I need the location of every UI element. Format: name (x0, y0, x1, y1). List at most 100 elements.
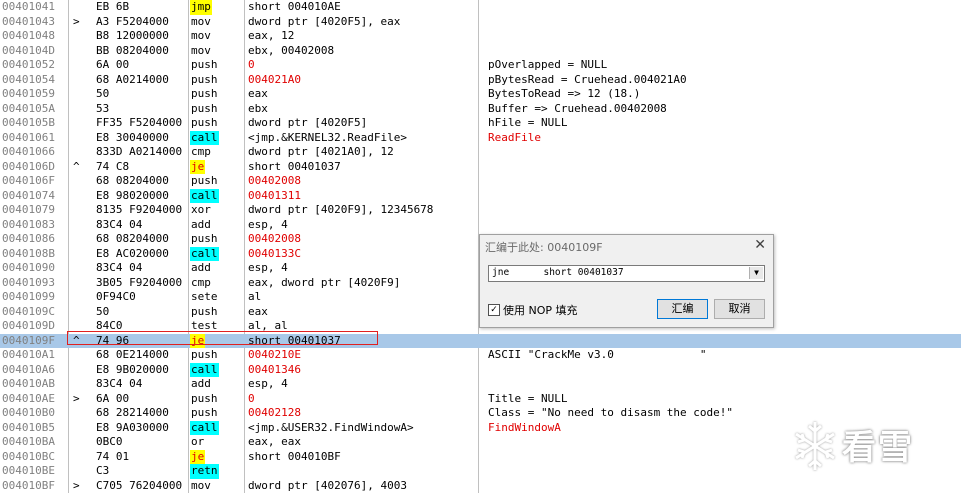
mnemonic-cell: push (191, 72, 218, 86)
instruction-combobox[interactable]: jne short 00401037 ▼ (488, 265, 765, 282)
address-cell: 00401099 (2, 290, 55, 303)
jump-marker (73, 44, 87, 59)
instruction-row[interactable]: 004010AE >6A 00 push 0 Title = NULL (0, 392, 961, 407)
address-cell: 0040105B (2, 116, 55, 129)
comment-cell: pBytesRead = Cruehead.004021A0 (488, 72, 687, 86)
instruction-row[interactable]: 00401054 68 A0214000 push 004021A0 pBytesRea… (0, 73, 961, 88)
mnemonic-cell: mov (191, 43, 211, 57)
instruction-row[interactable]: 00401048 B8 12000000 mov eax, 12 (0, 29, 961, 44)
hex-dump-cell: E8 9B020000 (96, 362, 169, 376)
comment-cell: FindWindowA (488, 420, 561, 434)
hex-dump-cell: 833D A0214000 (96, 145, 183, 158)
comment-cell (488, 377, 818, 392)
hex-dump-cell: E8 9A030000 (96, 420, 169, 434)
jump-marker (73, 247, 87, 262)
address-cell: 0040108B (2, 246, 55, 260)
address-cell: 00401054 (2, 72, 55, 86)
jump-marker (73, 102, 87, 117)
address-cell: 0040104D (2, 43, 55, 57)
operands-cell: eax, eax (248, 435, 301, 448)
address-cell: 00401048 (2, 29, 55, 42)
hex-dump-cell: 68 0E214000 (96, 348, 169, 361)
jump-marker: > (73, 391, 80, 405)
address-cell: 0040106D (2, 159, 55, 173)
instruction-row[interactable]: 00401066 833D A0214000 cmp dword ptr [4021A… (0, 145, 961, 160)
jump-marker (73, 116, 87, 131)
instruction-row[interactable]: 00401079 8135 F9204000 xor dword ptr [4020F… (0, 203, 961, 218)
operands-cell: 0040133C (248, 246, 301, 260)
operands-cell: dword ptr [4020F9], 12345678 (248, 203, 434, 216)
cancel-button[interactable]: 取消 (714, 299, 765, 319)
comment-cell (488, 435, 818, 450)
comment-cell: pOverlapped = NULL (488, 58, 608, 71)
hex-dump-cell: 83C4 04 (96, 217, 143, 231)
instruction-input[interactable]: jne short 00401037 (492, 267, 624, 278)
hex-dump-cell: E8 30040000 (96, 130, 169, 144)
jump-marker (73, 421, 87, 436)
instruction-row[interactable]: 00401061 E8 30040000 call <jmp.&KERNEL32.Re… (0, 130, 961, 145)
operands-cell: dword ptr [4020F5], eax (248, 14, 401, 28)
address-cell: 00401041 (2, 0, 55, 13)
assemble-button[interactable]: 汇编 (657, 299, 708, 319)
chevron-down-icon[interactable]: ▼ (749, 267, 763, 279)
hex-dump-cell: FF35 F5204000 (96, 116, 183, 129)
comment-cell: ASCII "CrackMe v3.0 " (488, 348, 707, 361)
operands-cell: 00402008 (248, 232, 301, 245)
hex-dump-cell: 6A 00 (96, 58, 130, 71)
nop-fill-checkbox[interactable]: ✓ (488, 304, 500, 316)
mnemonic-cell: add (191, 217, 211, 231)
address-cell: 004010A1 (2, 348, 55, 361)
address-cell: 00401043 (2, 14, 55, 28)
operands-cell: 00402128 (248, 406, 301, 419)
nop-fill-label[interactable]: 使用 NOP 填充 (503, 302, 578, 318)
instruction-row[interactable]: 0040106D ^ 74 C8 je short 00401037 (0, 159, 961, 174)
instruction-row[interactable]: 004010A1 68 0E214000 push 0040210E ASCII "Cr… (0, 348, 961, 363)
address-cell: 004010BC (2, 449, 55, 463)
jump-marker (73, 145, 87, 160)
hex-dump-cell: B8 12000000 (96, 29, 169, 42)
operands-cell: esp, 4 (248, 377, 288, 390)
jump-marker: ^ (73, 159, 80, 173)
instruction-row[interactable]: 00401083 83C4 04 add esp, 4 (0, 218, 961, 233)
mnemonic-cell: push (191, 304, 218, 318)
mnemonic-cell: call (190, 420, 219, 435)
address-cell: 00401052 (2, 58, 55, 71)
comment-cell (488, 450, 818, 465)
operands-cell: eax, 12 (248, 29, 295, 42)
mnemonic-cell: push (191, 58, 218, 71)
close-icon[interactable]: ✕ (754, 237, 766, 253)
hex-dump-cell: 50 (96, 304, 110, 318)
hex-dump-cell: 68 28214000 (96, 406, 169, 419)
instruction-row[interactable]: 00401059 50 push eax BytesToRead => 12 (18.) (0, 87, 961, 102)
mnemonic-cell: mov (191, 14, 211, 28)
hex-dump-cell: 68 08204000 (96, 174, 169, 187)
instruction-row[interactable]: 00401041 EB 6B jmp short 004010AE (0, 0, 961, 15)
jump-marker: > (73, 478, 80, 492)
instruction-row[interactable]: 00401074 E8 98020000 call 00401311 (0, 188, 961, 203)
address-cell: 00401090 (2, 261, 55, 274)
jump-marker (73, 218, 87, 233)
instruction-row[interactable]: 0040105B FF35 F5204000 push dword ptr [4020… (0, 116, 961, 131)
operands-cell: dword ptr [4020F5] (248, 116, 368, 129)
instruction-row[interactable]: 0040105A 53 push ebx Buffer => Cruehead.0040… (0, 102, 961, 117)
jump-marker (73, 363, 87, 378)
mnemonic-cell: jmp (190, 0, 212, 15)
mnemonic-cell: xor (191, 203, 211, 216)
instruction-row[interactable]: 00401052 6A 00 push 0 pOverlapped = NULL (0, 58, 961, 73)
instruction-row[interactable]: 00401043 > A3 F5204000 mov dword ptr [4020F5… (0, 15, 961, 30)
address-cell: 0040109F (2, 333, 55, 347)
instruction-row[interactable]: 004010AB 83C4 04 add esp, 4 (0, 377, 961, 392)
jump-marker (73, 232, 87, 247)
address-cell: 00401074 (2, 188, 55, 202)
jump-marker (73, 261, 87, 276)
address-cell: 004010BE (2, 464, 55, 477)
operands-cell: 00401311 (248, 188, 301, 202)
comment-cell: ReadFile (488, 130, 541, 144)
instruction-row[interactable]: 004010A6 E8 9B020000 call 00401346 (0, 362, 961, 378)
address-cell: 0040105A (2, 101, 55, 115)
mnemonic-cell: sete (191, 290, 218, 303)
address-cell: 004010A6 (2, 362, 55, 376)
instruction-row[interactable]: 0040106F 68 08204000 push 00402008 (0, 174, 961, 189)
jump-marker (73, 73, 87, 88)
instruction-row[interactable]: 0040104D BB 08204000 mov ebx, 00402008 (0, 44, 961, 59)
